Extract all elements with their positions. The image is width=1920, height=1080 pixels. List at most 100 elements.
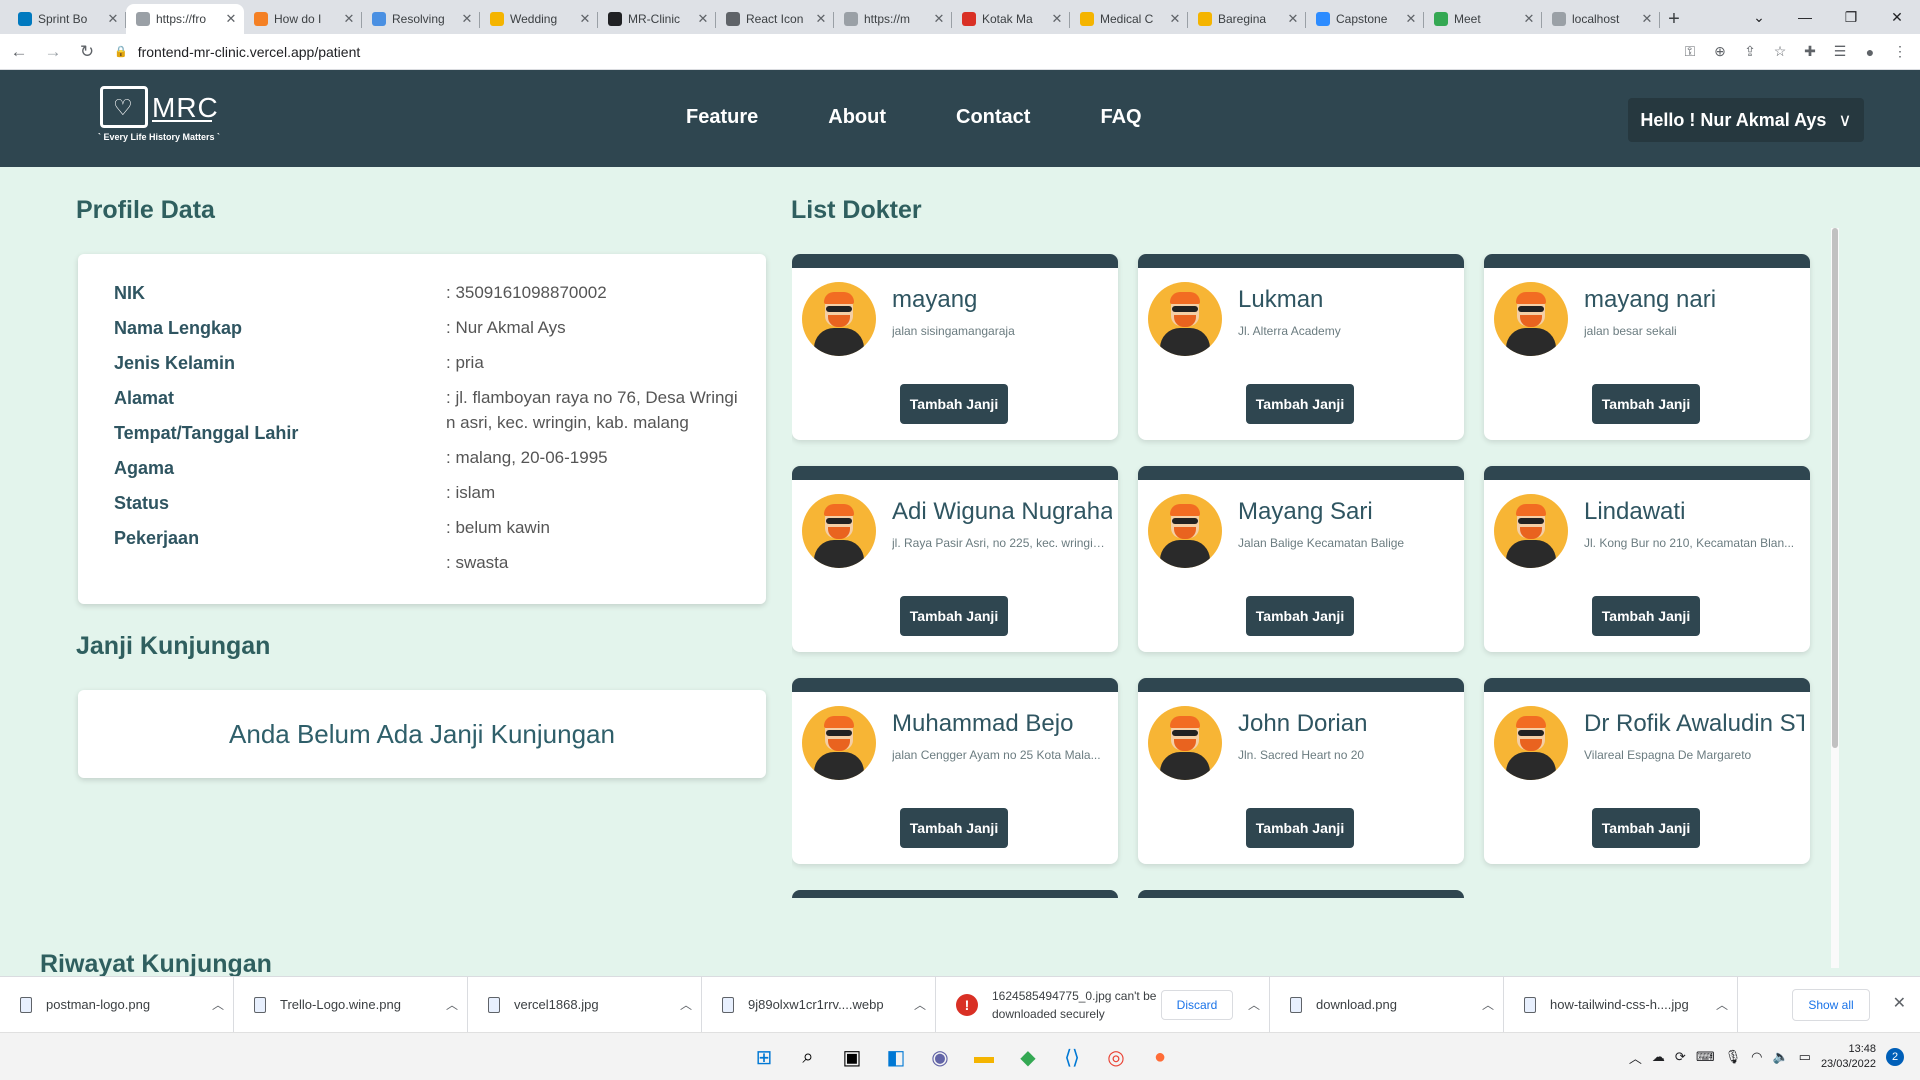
nav-link-faq[interactable]: FAQ xyxy=(1100,106,1141,129)
tab-close-icon[interactable]: ✕ xyxy=(1522,11,1536,27)
doctor-list-scrollbar[interactable] xyxy=(1831,228,1839,968)
update-icon[interactable]: ⟳ xyxy=(1675,1049,1686,1065)
browser-toolbar: ← → ↻ 🔒 frontend-mr-clinic.vercel.app/pa… xyxy=(0,34,1920,70)
vscode-icon[interactable]: ⟨⟩ xyxy=(1054,1039,1090,1075)
postman-icon[interactable]: ● xyxy=(1142,1039,1178,1075)
tab-close-icon[interactable]: ✕ xyxy=(1050,11,1064,27)
tab-close-icon[interactable]: ✕ xyxy=(1640,11,1654,27)
task-view-icon[interactable]: ▣ xyxy=(834,1039,870,1075)
zoom-icon[interactable]: ⊕ xyxy=(1708,40,1732,64)
chevron-up-icon[interactable]: ︿ xyxy=(1707,996,1737,1013)
discard-button[interactable]: Discard xyxy=(1161,989,1233,1020)
tab-close-icon[interactable]: ✕ xyxy=(814,11,828,27)
tambah-janji-button[interactable]: Tambah Janji xyxy=(1246,596,1354,636)
tambah-janji-button[interactable]: Tambah Janji xyxy=(1592,808,1700,848)
tab-close-icon[interactable]: ✕ xyxy=(224,11,238,27)
browser-tab[interactable]: https://m ✕ xyxy=(834,4,952,34)
close-window-icon[interactable]: ✕ xyxy=(1874,0,1920,34)
user-menu-button[interactable]: Hello ! Nur Akmal Ays ∨ xyxy=(1628,98,1864,142)
tab-close-icon[interactable]: ✕ xyxy=(1286,11,1300,27)
browser-tab[interactable]: Wedding ✕ xyxy=(480,4,598,34)
tab-close-icon[interactable]: ✕ xyxy=(342,11,356,27)
browser-tab[interactable]: Resolving ✕ xyxy=(362,4,480,34)
wifi-icon[interactable]: ◠ xyxy=(1751,1049,1762,1065)
browser-tab[interactable]: Meet ✕ xyxy=(1424,4,1542,34)
download-item[interactable]: 9j89olxw1cr1rrv....webp ︿ xyxy=(702,976,936,1033)
tab-close-icon[interactable]: ✕ xyxy=(578,11,592,27)
bookmark-star-icon[interactable]: ☆ xyxy=(1768,40,1792,64)
minimize-icon[interactable]: — xyxy=(1782,0,1828,34)
browser-tab[interactable]: Capstone ✕ xyxy=(1306,4,1424,34)
battery-icon[interactable]: ▭ xyxy=(1799,1049,1811,1065)
browser-tab[interactable]: How do I ✕ xyxy=(244,4,362,34)
chrome-icon[interactable]: ◎ xyxy=(1098,1039,1134,1075)
address-bar[interactable]: 🔒 frontend-mr-clinic.vercel.app/patient xyxy=(114,38,1634,66)
download-item[interactable]: Trello-Logo.wine.png ︿ xyxy=(234,976,468,1033)
new-tab-button[interactable]: + xyxy=(1660,4,1688,34)
browser-tab[interactable]: localhost ✕ xyxy=(1542,4,1660,34)
tray-overflow-icon[interactable]: ︿ xyxy=(1629,1048,1642,1067)
download-item[interactable]: postman-logo.png ︿ xyxy=(0,976,234,1033)
doctor-grid[interactable]: mayang jalan sisingamangaraja Tambah Janji… xyxy=(792,254,1824,966)
tambah-janji-button[interactable]: Tambah Janji xyxy=(900,808,1008,848)
chevron-up-icon[interactable]: ︿ xyxy=(905,996,935,1013)
browser-tab[interactable]: Sprint Bo ✕ xyxy=(8,4,126,34)
browser-tab[interactable]: Medical C ✕ xyxy=(1070,4,1188,34)
nav-link-about[interactable]: About xyxy=(828,106,886,129)
tab-search-icon[interactable]: ⌄ xyxy=(1736,0,1782,34)
chevron-up-icon[interactable]: ︿ xyxy=(671,996,701,1013)
download-item[interactable]: how-tailwind-css-h....jpg ︿ xyxy=(1504,976,1738,1033)
nav-link-feature[interactable]: Feature xyxy=(686,106,758,129)
menu-kebab-icon[interactable]: ⋮ xyxy=(1888,40,1912,64)
chevron-up-icon[interactable]: ︿ xyxy=(1239,996,1269,1013)
volume-icon[interactable]: 🔈 xyxy=(1772,1049,1788,1065)
nav-link-contact[interactable]: Contact xyxy=(956,106,1030,129)
download-item[interactable]: download.png ︿ xyxy=(1270,976,1504,1033)
tambah-janji-button[interactable]: Tambah Janji xyxy=(900,384,1008,424)
tambah-janji-button[interactable]: Tambah Janji xyxy=(1246,808,1354,848)
forward-arrow-icon[interactable]: → xyxy=(38,37,68,67)
reload-icon[interactable]: ↻ xyxy=(72,37,102,67)
file-explorer-icon[interactable]: ▬ xyxy=(966,1039,1002,1075)
browser-tab[interactable]: https://fro ✕ xyxy=(126,4,244,34)
profile-avatar-icon[interactable]: ● xyxy=(1858,40,1882,64)
tab-close-icon[interactable]: ✕ xyxy=(932,11,946,27)
show-all-button[interactable]: Show all xyxy=(1792,989,1870,1021)
tab-close-icon[interactable]: ✕ xyxy=(460,11,474,27)
extensions-icon[interactable]: ✚ xyxy=(1798,40,1822,64)
keyboard-icon[interactable]: ⌨ xyxy=(1696,1049,1715,1065)
download-item[interactable]: vercel1868.jpg ︿ xyxy=(468,976,702,1033)
back-arrow-icon[interactable]: ← xyxy=(4,37,34,67)
tab-close-icon[interactable]: ✕ xyxy=(106,11,120,27)
tab-close-icon[interactable]: ✕ xyxy=(696,11,710,27)
close-downloads-icon[interactable]: ✕ xyxy=(1893,993,1906,1013)
browser-tab[interactable]: Baregina ✕ xyxy=(1188,4,1306,34)
git-icon[interactable]: ◆ xyxy=(1010,1039,1046,1075)
tambah-janji-button[interactable]: Tambah Janji xyxy=(900,596,1008,636)
tambah-janji-button[interactable]: Tambah Janji xyxy=(1592,596,1700,636)
chevron-up-icon[interactable]: ︿ xyxy=(437,996,467,1013)
start-icon[interactable]: ⊞ xyxy=(746,1039,782,1075)
chevron-up-icon[interactable]: ︿ xyxy=(203,996,233,1013)
browser-tab[interactable]: React Icon ✕ xyxy=(716,4,834,34)
scrollbar-thumb[interactable] xyxy=(1832,228,1838,748)
tab-close-icon[interactable]: ✕ xyxy=(1168,11,1182,27)
search-icon[interactable]: ⌕ xyxy=(790,1039,826,1075)
mic-icon[interactable]: 🎙 xyxy=(1725,1049,1742,1065)
site-logo[interactable]: ♡ MRC ` Every Life History Matters ` xyxy=(98,86,224,150)
chevron-up-icon[interactable]: ︿ xyxy=(1473,996,1503,1013)
key-icon[interactable]: ⚿ xyxy=(1678,40,1702,64)
tambah-janji-button[interactable]: Tambah Janji xyxy=(1246,384,1354,424)
notification-badge[interactable]: 2 xyxy=(1886,1048,1904,1066)
onedrive-icon[interactable]: ☁ xyxy=(1652,1049,1665,1065)
restore-icon[interactable]: ❐ xyxy=(1828,0,1874,34)
share-icon[interactable]: ⇪ xyxy=(1738,40,1762,64)
browser-tab[interactable]: MR-Clinic ✕ xyxy=(598,4,716,34)
reading-list-icon[interactable]: ☰ xyxy=(1828,40,1852,64)
tambah-janji-button[interactable]: Tambah Janji xyxy=(1592,384,1700,424)
widgets-icon[interactable]: ◧ xyxy=(878,1039,914,1075)
browser-tab[interactable]: Kotak Ma ✕ xyxy=(952,4,1070,34)
tab-close-icon[interactable]: ✕ xyxy=(1404,11,1418,27)
clock[interactable]: 13:48 23/03/2022 xyxy=(1821,1042,1876,1072)
teams-chat-icon[interactable]: ◉ xyxy=(922,1039,958,1075)
